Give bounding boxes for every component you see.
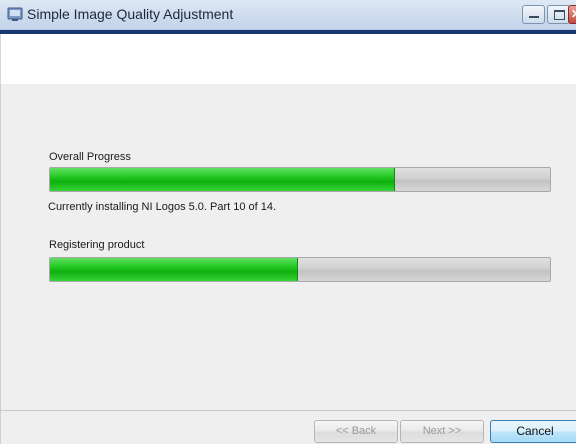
close-icon: ✕ [571, 7, 576, 21]
maximize-button[interactable] [547, 5, 570, 24]
minimize-icon [529, 16, 539, 18]
overall-progress-fill [50, 168, 395, 191]
minimize-button[interactable] [522, 5, 545, 24]
overall-progress-label: Overall Progress [49, 151, 131, 163]
close-button[interactable]: ✕ [568, 5, 576, 24]
install-status-text: Currently installing NI Logos 5.0. Part … [48, 201, 277, 213]
button-bar: << Back Next >> Cancel [0, 410, 576, 444]
sub-task-progress-fill [50, 258, 298, 281]
maximize-icon [554, 10, 565, 20]
back-button[interactable]: << Back [314, 420, 398, 443]
window-title: Simple Image Quality Adjustment [27, 6, 234, 22]
installer-window: Simple Image Quality Adjustment ✕ Overal… [0, 0, 576, 444]
cancel-button[interactable]: Cancel [490, 420, 576, 443]
installer-icon [7, 7, 23, 21]
sub-task-label: Registering product [49, 239, 145, 251]
title-bar[interactable]: Simple Image Quality Adjustment ✕ [0, 0, 576, 30]
next-button[interactable]: Next >> [400, 420, 484, 443]
overall-progress-bar [49, 167, 551, 192]
progress-panel: Overall Progress Currently installing NI… [0, 84, 576, 410]
header-banner [0, 34, 576, 84]
sub-task-progress-bar [49, 257, 551, 282]
